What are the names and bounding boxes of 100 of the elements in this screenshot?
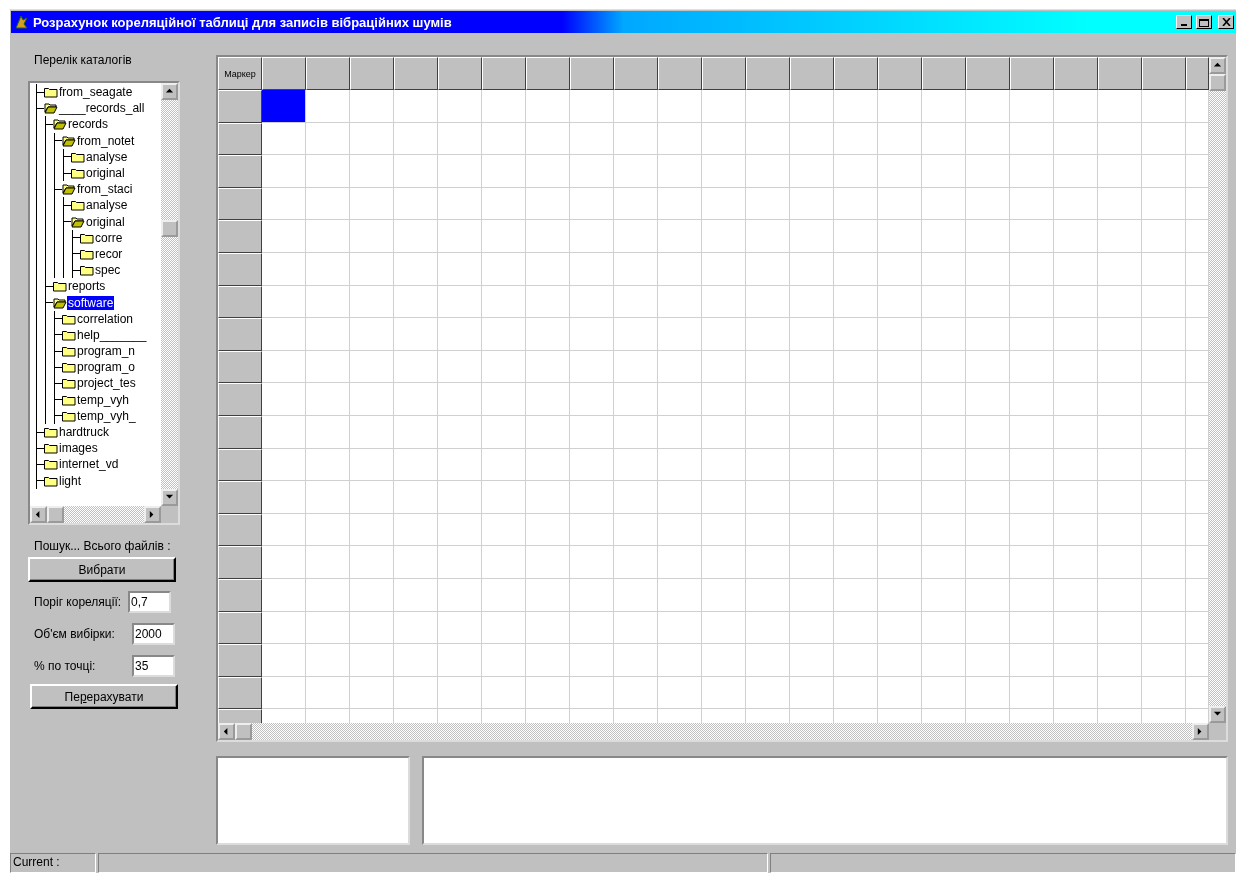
folder-icon	[71, 150, 85, 163]
folder-tree-item[interactable]: program_n	[76, 344, 137, 359]
close-button[interactable]	[1218, 15, 1234, 29]
folder-tree-item[interactable]: software	[67, 295, 115, 310]
folder-tree-item[interactable]: spec	[94, 263, 122, 278]
folder-tree-item[interactable]: original	[85, 166, 126, 181]
column-header[interactable]	[1054, 57, 1098, 90]
column-header[interactable]	[438, 57, 482, 90]
column-header[interactable]	[262, 57, 306, 90]
column-header[interactable]	[746, 57, 790, 90]
folder-tree-item[interactable]: images	[58, 441, 99, 456]
folder-tree-item[interactable]: corre	[94, 230, 124, 245]
memo-panel[interactable]	[422, 755, 1228, 845]
selected-grid-cell[interactable]	[262, 90, 306, 123]
folder-tree-item[interactable]: internet_vd	[58, 457, 120, 472]
row-header[interactable]	[218, 122, 262, 156]
row-header[interactable]	[218, 285, 262, 319]
row-header[interactable]	[218, 448, 262, 482]
column-header[interactable]	[482, 57, 526, 90]
folder-tree-item[interactable]: reports	[67, 279, 107, 294]
column-header[interactable]	[394, 57, 438, 90]
column-header[interactable]	[658, 57, 702, 90]
column-header[interactable]	[526, 57, 570, 90]
row-header[interactable]	[218, 644, 262, 677]
folder-tree-item[interactable]: recor	[94, 246, 124, 261]
column-header[interactable]	[1142, 57, 1186, 90]
recalculate-button[interactable]: Перерахувати	[30, 684, 178, 709]
column-header[interactable]	[1186, 57, 1209, 90]
column-header[interactable]	[350, 57, 394, 90]
folder-tree-item[interactable]: light	[58, 473, 82, 488]
scroll-arrow-button[interactable]	[30, 506, 47, 523]
vertical-scrollbar[interactable]	[1209, 57, 1226, 723]
open-folder-icon	[71, 215, 85, 228]
row-header[interactable]	[218, 318, 262, 351]
row-header[interactable]	[218, 415, 262, 449]
row-header[interactable]	[218, 350, 262, 384]
row-header[interactable]	[218, 155, 262, 188]
folder-icon	[44, 86, 58, 99]
column-header[interactable]	[1010, 57, 1054, 90]
row-header[interactable]	[218, 383, 262, 416]
scroll-thumb[interactable]	[1209, 74, 1226, 91]
folder-icon	[80, 247, 94, 260]
column-header[interactable]	[878, 57, 922, 90]
select-button[interactable]: Вибрати	[28, 557, 176, 582]
row-header[interactable]	[218, 611, 262, 645]
scroll-arrow-button[interactable]	[161, 489, 178, 506]
column-header[interactable]	[966, 57, 1010, 90]
open-folder-icon	[62, 183, 76, 196]
folder-tree-item[interactable]: help_______	[76, 327, 148, 342]
input-field[interactable]: 0,7	[128, 591, 171, 613]
maximize-button[interactable]	[1196, 15, 1212, 29]
folder-tree-item[interactable]: ____records_all	[58, 101, 146, 116]
row-header[interactable]	[218, 481, 262, 514]
input-field[interactable]: 35	[132, 655, 175, 677]
folder-tree-item[interactable]: original	[85, 214, 126, 229]
folder-tree-item[interactable]: program_o	[76, 360, 137, 375]
column-header[interactable]	[702, 57, 746, 90]
folder-tree-item[interactable]: from_seagate	[58, 85, 134, 100]
folder-tree-item[interactable]: analyse	[85, 198, 129, 213]
folder-icon	[62, 409, 76, 422]
folder-tree[interactable]	[28, 81, 180, 525]
row-header[interactable]	[218, 252, 262, 286]
data-grid[interactable]: Маркер	[216, 55, 1228, 742]
row-header[interactable]	[218, 187, 262, 221]
folder-tree-item[interactable]: temp_vyh_	[76, 408, 137, 423]
column-header[interactable]	[922, 57, 966, 90]
folder-tree-item[interactable]: analyse	[85, 149, 129, 164]
row-header[interactable]	[218, 676, 262, 710]
close-icon	[1221, 18, 1231, 26]
row-header[interactable]	[218, 578, 262, 612]
row-header[interactable]	[218, 513, 262, 547]
column-header[interactable]	[614, 57, 658, 90]
scroll-arrow-button[interactable]	[144, 506, 161, 523]
folder-tree-item[interactable]: correlation	[76, 311, 135, 326]
memo-panel[interactable]	[216, 755, 410, 845]
row-header[interactable]	[218, 90, 262, 123]
scroll-arrow-button[interactable]	[1209, 705, 1226, 723]
folder-icon	[62, 393, 76, 406]
scroll-thumb[interactable]	[161, 220, 178, 237]
window-title: Розрахунок кореляційної таблиці для записів вібраційних шумів	[33, 14, 453, 30]
row-header[interactable]	[218, 220, 262, 253]
horizontal-scrollbar[interactable]	[30, 506, 161, 523]
column-header[interactable]	[306, 57, 350, 90]
folder-tree-item[interactable]: records	[67, 117, 109, 132]
scroll-arrow-button[interactable]	[1209, 57, 1226, 74]
folder-tree-item[interactable]: temp_vyh	[76, 392, 131, 407]
scroll-arrow-button[interactable]	[161, 83, 178, 100]
row-header[interactable]	[218, 546, 262, 579]
column-header[interactable]	[1098, 57, 1142, 90]
scroll-thumb[interactable]	[47, 506, 64, 523]
column-header[interactable]	[834, 57, 878, 90]
folder-tree-item[interactable]: project_tes	[76, 376, 137, 391]
folder-tree-item[interactable]: from_notet	[76, 133, 136, 148]
column-header[interactable]	[790, 57, 834, 90]
input-field[interactable]: 2000	[132, 623, 175, 645]
vertical-scrollbar[interactable]	[161, 83, 178, 506]
minimize-button[interactable]	[1176, 15, 1192, 29]
folder-tree-item[interactable]: from_staci	[76, 182, 134, 197]
folder-tree-item[interactable]: hardtruck	[58, 425, 111, 440]
column-header[interactable]	[570, 57, 614, 90]
